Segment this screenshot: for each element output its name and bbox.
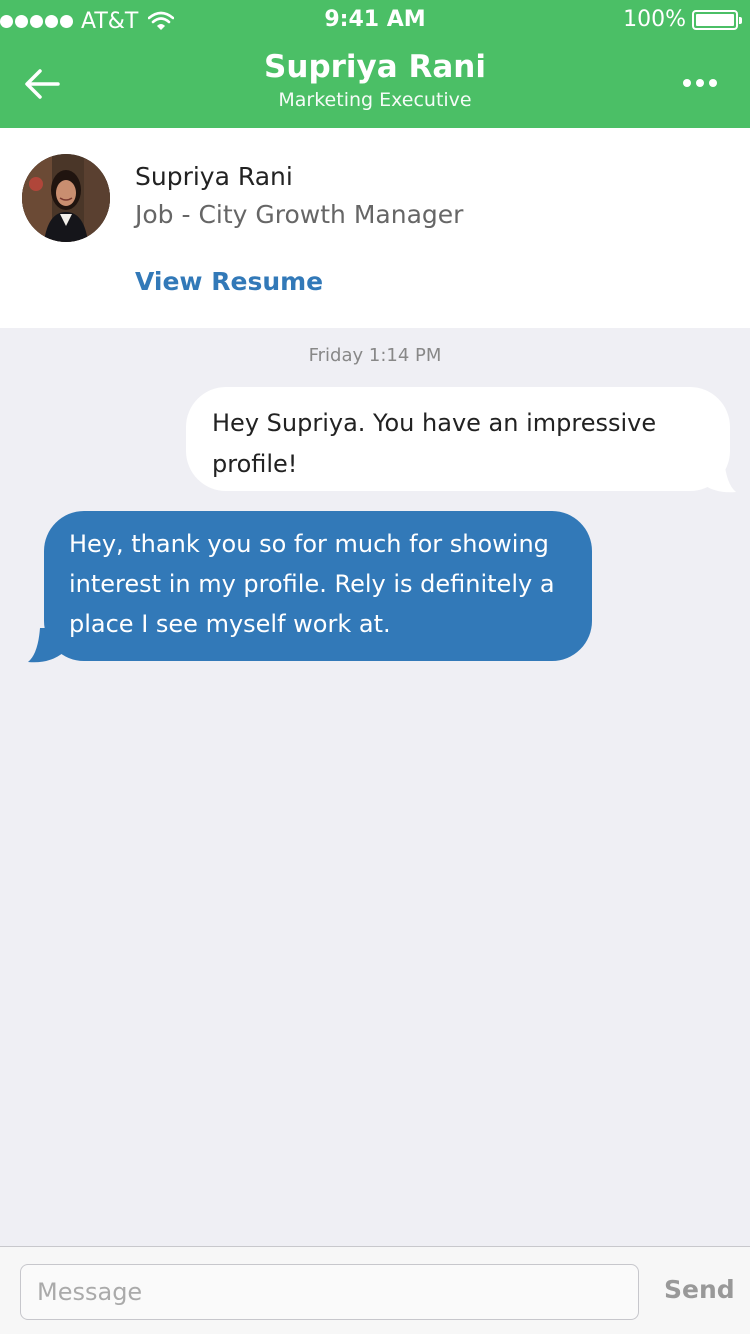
- battery-status: 100%: [623, 7, 742, 32]
- status-bar: AT&T 9:41 AM 100%: [0, 0, 750, 40]
- message-timestamp: Friday 1:14 PM: [308, 345, 442, 366]
- incoming-message-bubble: Hey, thank you so for much for showing i…: [44, 511, 592, 661]
- page-subtitle: Marketing Executive: [278, 89, 472, 111]
- outgoing-bubble-tail: [700, 458, 736, 493]
- view-resume-link[interactable]: View Resume: [135, 267, 323, 296]
- avatar-photo: [22, 154, 110, 242]
- more-options-button[interactable]: [670, 66, 730, 100]
- incoming-bubble-tail: [28, 628, 64, 663]
- candidate-profile-card: Supriya Rani Job - City Growth Manager V…: [0, 128, 750, 328]
- nav-header: AT&T 9:41 AM 100% Supriya Rani Marketing…: [0, 0, 750, 128]
- send-button[interactable]: Send: [664, 1275, 735, 1304]
- more-dots-icon: [683, 79, 717, 87]
- outgoing-message-bubble: Hey Supriya. You have an impressive prof…: [186, 387, 730, 491]
- battery-percent: 100%: [623, 7, 686, 32]
- message-input[interactable]: [20, 1264, 639, 1320]
- message-composer: Send: [0, 1246, 750, 1334]
- page-title: Supriya Rani: [264, 49, 486, 85]
- candidate-job: Job - City Growth Manager: [135, 200, 464, 229]
- avatar[interactable]: [22, 154, 110, 242]
- battery-icon: [692, 9, 742, 30]
- candidate-name: Supriya Rani: [135, 162, 293, 191]
- header-title-block: Supriya Rani Marketing Executive: [0, 48, 750, 114]
